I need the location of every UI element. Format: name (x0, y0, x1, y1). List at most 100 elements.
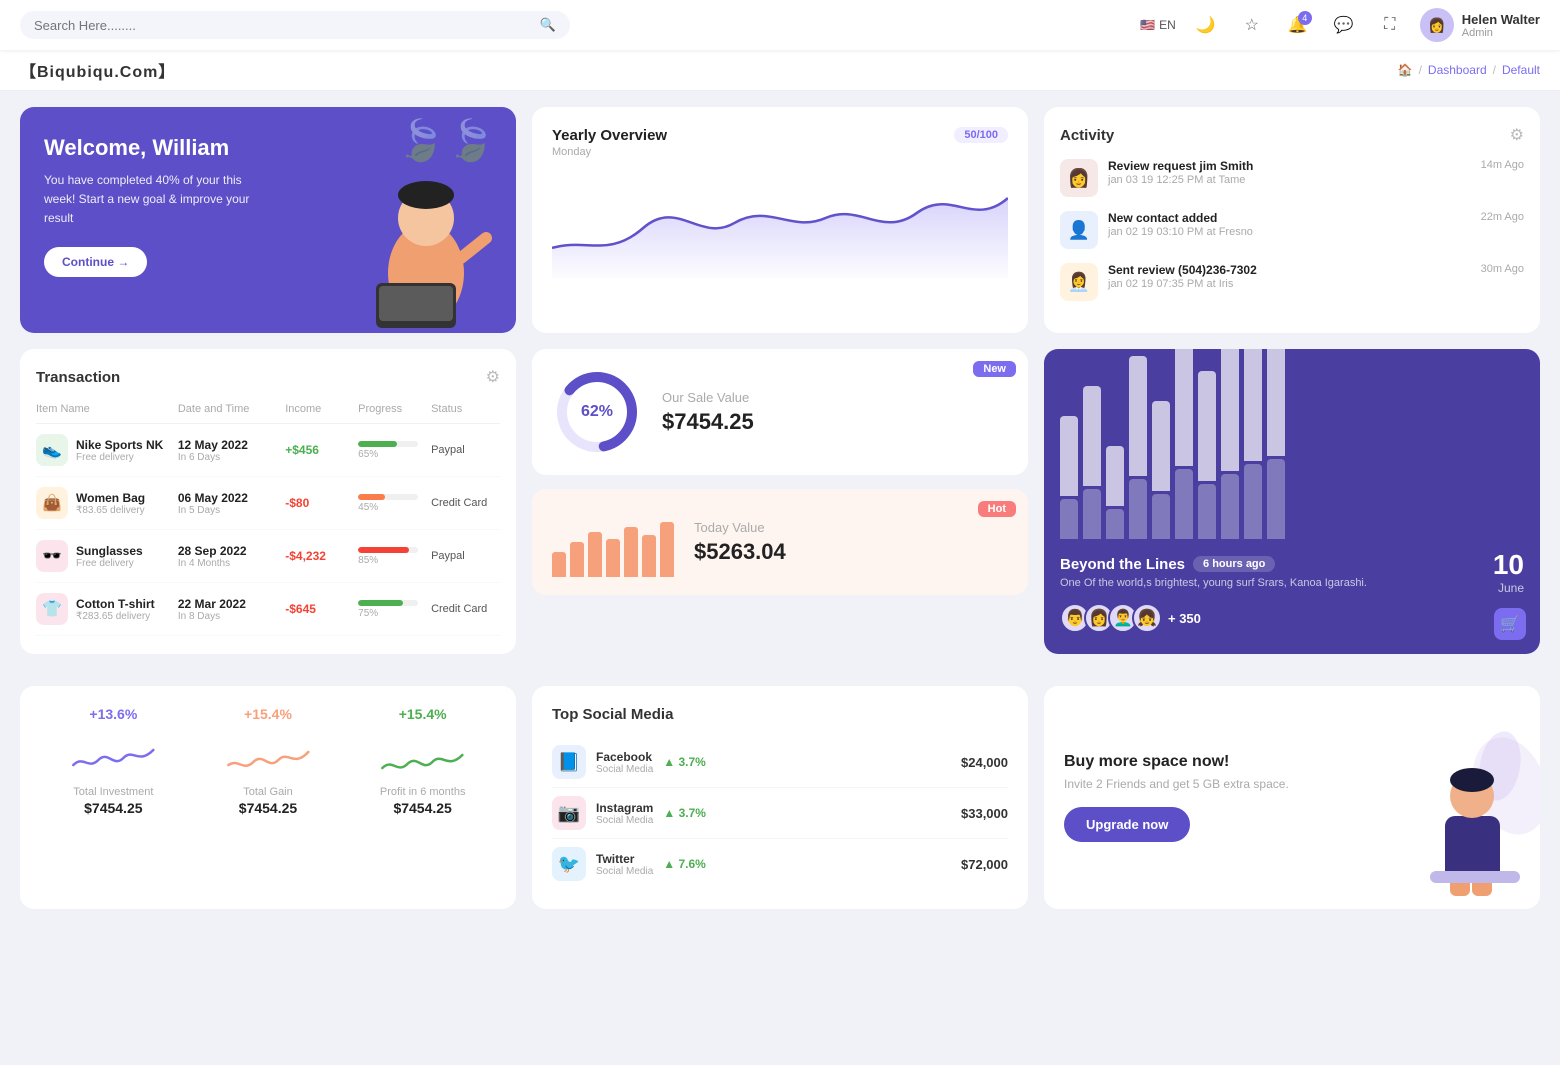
item-name-0: Nike Sports NK (76, 438, 163, 452)
user-name: Helen Walter (1462, 12, 1540, 27)
item-name-3: Cotton T-shirt (76, 597, 155, 611)
date-sub-3: In 8 Days (178, 611, 281, 622)
date-month: June (1493, 581, 1524, 595)
social-type-2: Social Media (596, 866, 653, 877)
bar-main-7 (1221, 349, 1239, 471)
bar-5 (642, 535, 656, 577)
search-icon: 🔍 (540, 17, 556, 33)
sale-value-card: New 62% Our Sale Value $7454.25 (532, 349, 1028, 475)
activity-detail-1: jan 02 19 03:10 PM at Fresno (1108, 226, 1471, 238)
yearly-chart (552, 168, 1008, 278)
item-cell-1: 👜 Women Bag ₹83.65 delivery (36, 487, 174, 519)
social-info-1: Instagram Social Media (596, 801, 653, 826)
beyond-title: Beyond the Lines 6 hours ago (1060, 556, 1367, 573)
stat-label-2: Profit in 6 months (380, 786, 466, 798)
yearly-pill: 50/100 (954, 127, 1008, 143)
date-2: 28 Sep 2022 (178, 544, 281, 558)
search-bar[interactable]: 🔍 (20, 11, 570, 39)
status-3: Credit Card (431, 603, 500, 615)
activity-time-1: 22m Ago (1481, 211, 1524, 223)
bar-main-6 (1198, 371, 1216, 481)
date-badge: 10 June (1493, 549, 1524, 595)
person-svg (346, 163, 506, 333)
new-badge: New (973, 361, 1016, 377)
social-media-card: Top Social Media 📘 Facebook Social Media… (532, 686, 1028, 909)
beyond-info: Beyond the Lines 6 hours ago One Of the … (1060, 549, 1524, 633)
bar-sub-6 (1198, 484, 1216, 539)
col-date: Date and Time (178, 403, 281, 415)
continue-button[interactable]: Continue → (44, 247, 147, 277)
star-icon[interactable]: ☆ (1236, 9, 1268, 41)
item-icon-3: 👕 (36, 593, 68, 625)
activity-gear-icon[interactable]: ⚙ (1510, 125, 1524, 145)
col-item: Item Name (36, 403, 174, 415)
stat-item-0: +13.6% Total Investment $7454.25 (40, 706, 187, 816)
bar-group (1060, 379, 1524, 539)
user-role: Admin (1462, 27, 1540, 39)
stat-item-2: +15.4% Profit in 6 months $7454.25 (349, 706, 496, 816)
social-type-0: Social Media (596, 764, 653, 775)
language-selector[interactable]: 🇺🇸 EN (1140, 18, 1176, 32)
bar-item-1 (1083, 386, 1101, 539)
item-cell-2: 🕶️ Sunglasses Free delivery (36, 540, 174, 572)
transaction-gear-icon[interactable]: ⚙ (486, 367, 500, 387)
search-input[interactable] (34, 18, 532, 33)
language-label: EN (1159, 18, 1176, 32)
beyond-title-group: Beyond the Lines 6 hours ago One Of the … (1060, 556, 1367, 589)
item-icon-2: 🕶️ (36, 540, 68, 572)
activity-content-0: Review request jim Smith jan 03 19 12:25… (1108, 159, 1471, 186)
sep1: / (1419, 63, 1422, 77)
social-amount-2: $72,000 (961, 857, 1008, 872)
date-sub-2: In 4 Months (178, 558, 281, 569)
notification-badge: 4 (1298, 11, 1312, 25)
bar-sub-4 (1152, 494, 1170, 539)
breadcrumb-dashboard[interactable]: Dashboard (1428, 63, 1487, 77)
bar-main-9 (1267, 349, 1285, 456)
main-grid: 🍃🍃 Welcome, William You have completed 4… (0, 91, 1560, 686)
home-icon[interactable]: 🏠 (1398, 63, 1413, 77)
brand-logo: 【Biqubiqu.Com】 (20, 58, 175, 82)
activity-avatar-0: 👩 (1060, 159, 1098, 197)
top-navigation: 🔍 🇺🇸 EN 🌙 ☆ 🔔4 💬 ⛶ 👩 Helen Walter Admin (0, 0, 1560, 50)
welcome-card: 🍃🍃 Welcome, William You have completed 4… (20, 107, 516, 333)
bar-item-2 (1106, 446, 1124, 539)
status-0: Paypal (431, 444, 500, 456)
yearly-title: Yearly Overview (552, 127, 667, 144)
col-progress: Progress (358, 403, 427, 415)
bar-2 (588, 532, 602, 577)
stat-pct-0: +13.6% (89, 706, 137, 722)
bar-main-4 (1152, 401, 1170, 491)
activity-header: Activity ⚙ (1060, 125, 1524, 145)
dark-mode-toggle[interactable]: 🌙 (1190, 9, 1222, 41)
item-info-3: Cotton T-shirt ₹283.65 delivery (76, 597, 155, 622)
progress-cell-3: 75% (358, 600, 427, 619)
bar-item-7 (1221, 349, 1239, 539)
avatars-row: 👨 👩 👨‍🦱 👧 + 350 (1060, 603, 1201, 633)
upgrade-button[interactable]: Upgrade now (1064, 807, 1190, 842)
activity-time-2: 30m Ago (1481, 263, 1524, 275)
fullscreen-icon[interactable]: ⛶ (1374, 9, 1406, 41)
beyond-time-badge: 6 hours ago (1193, 556, 1275, 572)
activity-name-1: New contact added (1108, 211, 1471, 225)
space-title: Buy more space now! (1064, 753, 1338, 771)
bar-main-2 (1106, 446, 1124, 506)
user-profile[interactable]: 👩 Helen Walter Admin (1420, 8, 1540, 42)
activity-item-1: 👤 New contact added jan 02 19 03:10 PM a… (1060, 211, 1524, 249)
breadcrumb-default: Default (1502, 63, 1540, 77)
space-subtitle: Invite 2 Friends and get 5 GB extra spac… (1064, 777, 1338, 791)
social-pct-1: ▲ 3.7% (663, 806, 706, 820)
avatar: 👩 (1420, 8, 1454, 42)
date-num: 10 (1493, 549, 1524, 581)
social-info-2: Twitter Social Media (596, 852, 653, 877)
cart-icon[interactable]: 🛒 (1494, 608, 1526, 640)
stat-label-0: Total Investment (73, 786, 153, 798)
sparkline-0 (40, 730, 187, 780)
beyond-title-text: Beyond the Lines (1060, 556, 1185, 573)
notifications-bell[interactable]: 🔔4 (1282, 9, 1314, 41)
table-row: 👜 Women Bag ₹83.65 delivery 06 May 2022 … (36, 477, 500, 530)
status-1: Credit Card (431, 497, 500, 509)
item-sub-0: Free delivery (76, 452, 163, 463)
bar-0 (552, 552, 566, 577)
table-row: 👕 Cotton T-shirt ₹283.65 delivery 22 Mar… (36, 583, 500, 636)
messages-icon[interactable]: 💬 (1328, 9, 1360, 41)
